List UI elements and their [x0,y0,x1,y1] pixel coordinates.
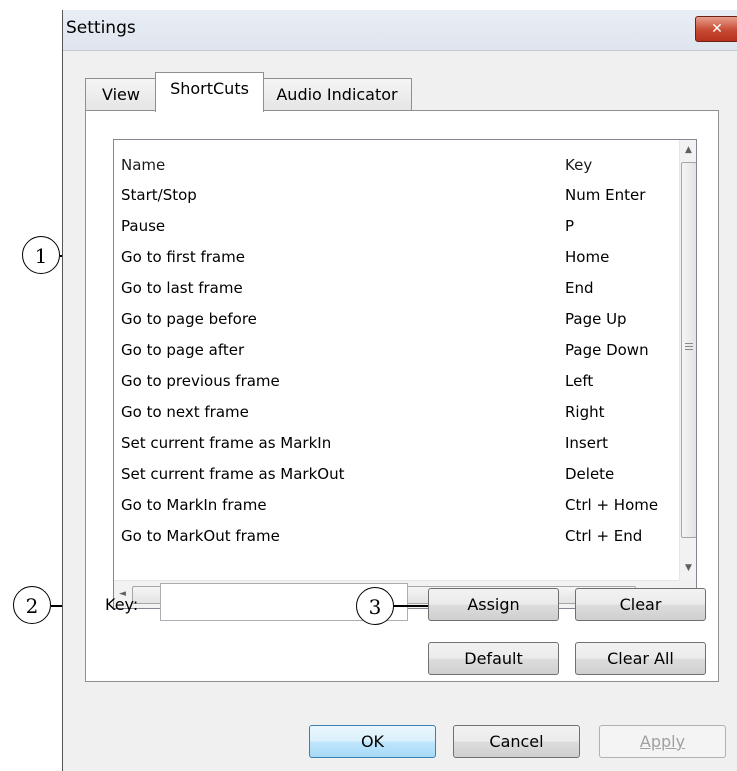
tab-shortcuts[interactable]: ShortCuts [155,72,264,112]
settings-window: Settings ✕ View ShortCuts Audio Indicato… [62,10,737,771]
shortcut-name: Go to next frame [121,403,249,421]
callout-3: 3 [356,587,394,625]
close-icon: ✕ [711,21,723,37]
cancel-button[interactable]: Cancel [453,725,580,758]
list-item[interactable]: Go to MarkOut frame Ctrl + End [114,521,679,552]
grip-line [685,346,693,347]
list-item[interactable]: Set current frame as MarkIn Insert [114,428,679,459]
column-header-name[interactable]: Name [121,156,165,174]
close-button[interactable]: ✕ [695,16,737,42]
list-item[interactable]: Go to page before Page Up [114,304,679,335]
shortcut-key: Page Up [565,310,627,328]
shortcut-key: Left [565,372,594,390]
vertical-scrollbar[interactable]: ▲ ▼ [679,140,696,580]
grip-line [685,349,693,350]
shortcut-name: Go to page after [121,341,245,359]
shortcut-key: Delete [565,465,615,483]
list-item[interactable]: Pause P [114,211,679,242]
callout-3-leader [394,605,428,607]
shortcut-name: Go to last frame [121,279,243,297]
vertical-scroll-thumb[interactable] [681,162,696,538]
tab-audio-indicator[interactable]: Audio Indicator [262,78,412,110]
clear-button[interactable]: Clear [575,588,706,621]
grip-line [685,343,693,344]
scroll-down-icon[interactable]: ▼ [680,558,696,578]
shortcut-key: Right [565,403,605,421]
tab-view[interactable]: View [85,78,157,110]
shortcut-key: P [565,217,575,235]
shortcut-key: Home [565,248,610,266]
shortcut-name: Go to previous frame [121,372,280,390]
callout-1: 1 [22,236,60,274]
list-item[interactable]: Go to page after Page Down [114,335,679,366]
shortcut-name: Start/Stop [121,186,197,204]
key-label: Key: [105,595,139,614]
list-item[interactable]: Set current frame as MarkOut Delete [114,459,679,490]
clear-all-button[interactable]: Clear All [575,642,706,675]
shortcut-name: Go to MarkIn frame [121,496,267,514]
shortcuts-list[interactable]: Name Key Start/Stop Num Enter Pause P Go… [113,139,697,609]
shortcut-key: Insert [565,434,609,452]
list-header: Name Key [114,140,679,180]
apply-button[interactable]: Apply [599,725,726,758]
list-item[interactable]: Go to last frame End [114,273,679,304]
window-title: Settings [66,18,136,38]
shortcut-key: Num Enter [565,186,646,204]
assign-button[interactable]: Assign [428,588,559,621]
shortcut-name: Pause [121,217,166,235]
callout-2: 2 [13,586,51,624]
shortcut-name: Set current frame as MarkIn [121,434,332,452]
shortcut-key: End [565,279,594,297]
shortcut-name: Go to page before [121,310,257,328]
ok-button[interactable]: OK [309,725,436,758]
scroll-up-icon[interactable]: ▲ [680,140,696,160]
shortcut-name: Go to MarkOut frame [121,527,280,545]
default-button[interactable]: Default [428,642,559,675]
list-item[interactable]: Go to previous frame Left [114,366,679,397]
shortcut-name: Set current frame as MarkOut [121,465,345,483]
list-item[interactable]: Go to first frame Home [114,242,679,273]
list-item[interactable]: Start/Stop Num Enter [114,180,679,211]
shortcut-key: Page Down [565,341,649,359]
shortcut-key: Ctrl + End [565,527,643,545]
list-item[interactable]: Go to MarkIn frame Ctrl + Home [114,490,679,521]
shortcut-key: Ctrl + Home [565,496,659,514]
column-header-key[interactable]: Key [565,156,592,174]
list-item[interactable]: Go to next frame Right [114,397,679,428]
title-bar: Settings ✕ [63,10,737,51]
shortcut-name: Go to first frame [121,248,245,266]
